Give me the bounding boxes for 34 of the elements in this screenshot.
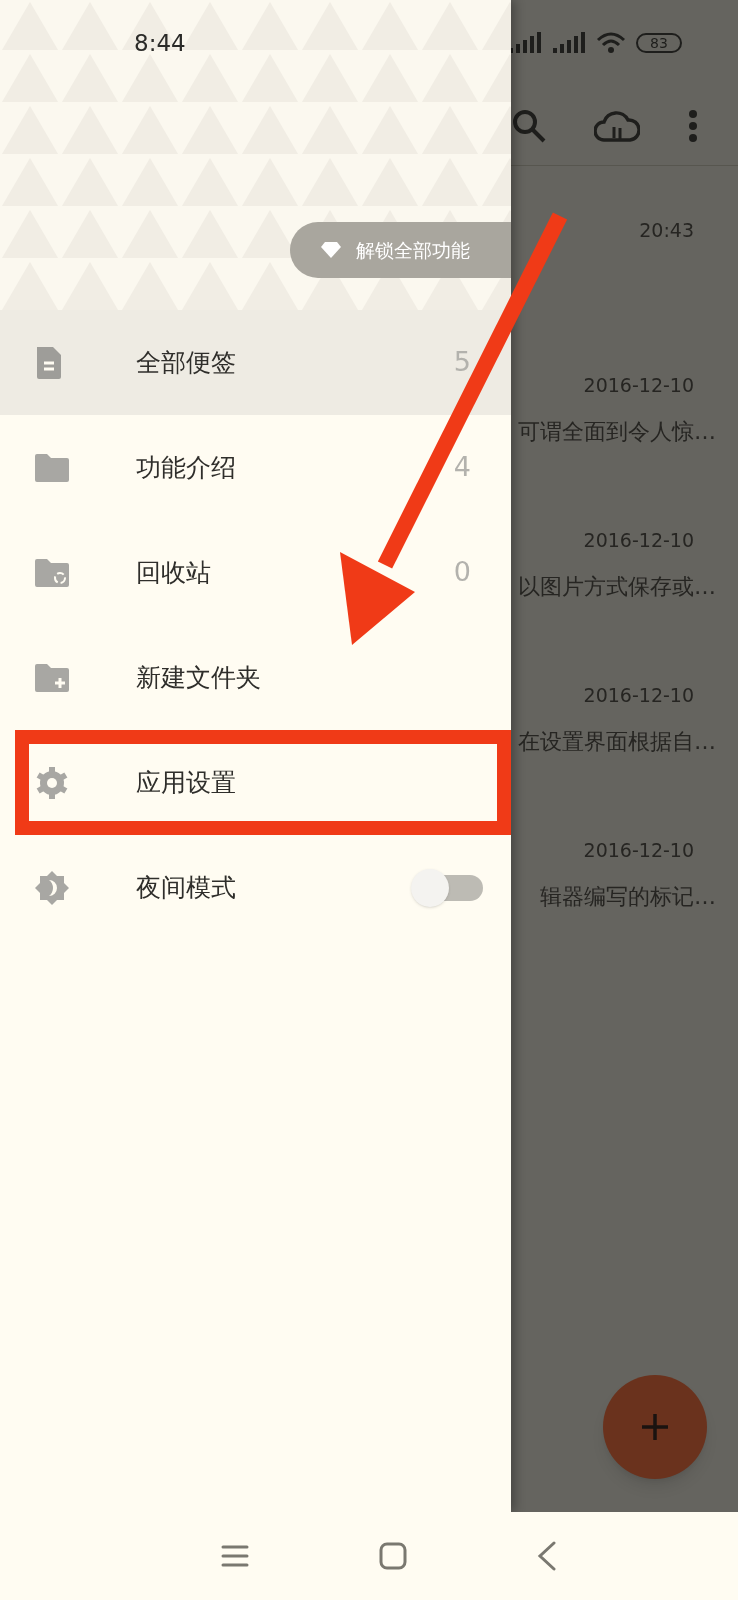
item-label: 应用设置 bbox=[136, 766, 236, 799]
note-date: 2016-12-10 bbox=[583, 838, 694, 863]
signal-icon bbox=[508, 32, 542, 54]
home-icon[interactable] bbox=[379, 1542, 407, 1570]
drawer-item[interactable]: 功能介绍 4 bbox=[0, 415, 511, 520]
diamond-icon bbox=[320, 241, 342, 259]
item-count: 4 bbox=[453, 450, 471, 485]
note-date: 20:43 bbox=[639, 218, 694, 243]
item-label: 回收站 bbox=[136, 556, 211, 589]
item-label: 全部便签 bbox=[136, 346, 236, 379]
more-icon[interactable] bbox=[688, 109, 698, 142]
night-mode-toggle[interactable] bbox=[411, 868, 483, 907]
battery-icon: 83 bbox=[636, 33, 682, 53]
item-label: 夜间模式 bbox=[136, 871, 236, 904]
note-date: 2016-12-10 bbox=[583, 528, 694, 553]
menu-icon[interactable] bbox=[221, 1544, 249, 1568]
cloud-sync-icon[interactable] bbox=[594, 109, 640, 142]
item-count: 5 bbox=[453, 345, 471, 380]
plus-icon bbox=[640, 1412, 670, 1442]
item-count: 0 bbox=[453, 555, 471, 590]
signal-icon bbox=[552, 32, 586, 54]
wifi-icon bbox=[596, 31, 626, 55]
item-label: 新建文件夹 bbox=[136, 661, 261, 694]
drawer-item[interactable]: 回收站 0 bbox=[0, 520, 511, 625]
drawer-item[interactable]: 全部便签 5 bbox=[0, 310, 511, 415]
status-time: 8:44 bbox=[134, 29, 186, 58]
back-icon[interactable] bbox=[537, 1541, 557, 1571]
note-date: 2016-12-10 bbox=[583, 373, 694, 398]
note-date: 2016-12-10 bbox=[583, 683, 694, 708]
drawer-item[interactable]: 夜间模式 bbox=[0, 835, 511, 940]
search-icon[interactable] bbox=[512, 108, 546, 143]
drawer-item[interactable]: 应用设置 bbox=[0, 730, 511, 835]
drawer-item[interactable]: 新建文件夹 bbox=[0, 625, 511, 730]
item-label: 功能介绍 bbox=[136, 451, 236, 484]
